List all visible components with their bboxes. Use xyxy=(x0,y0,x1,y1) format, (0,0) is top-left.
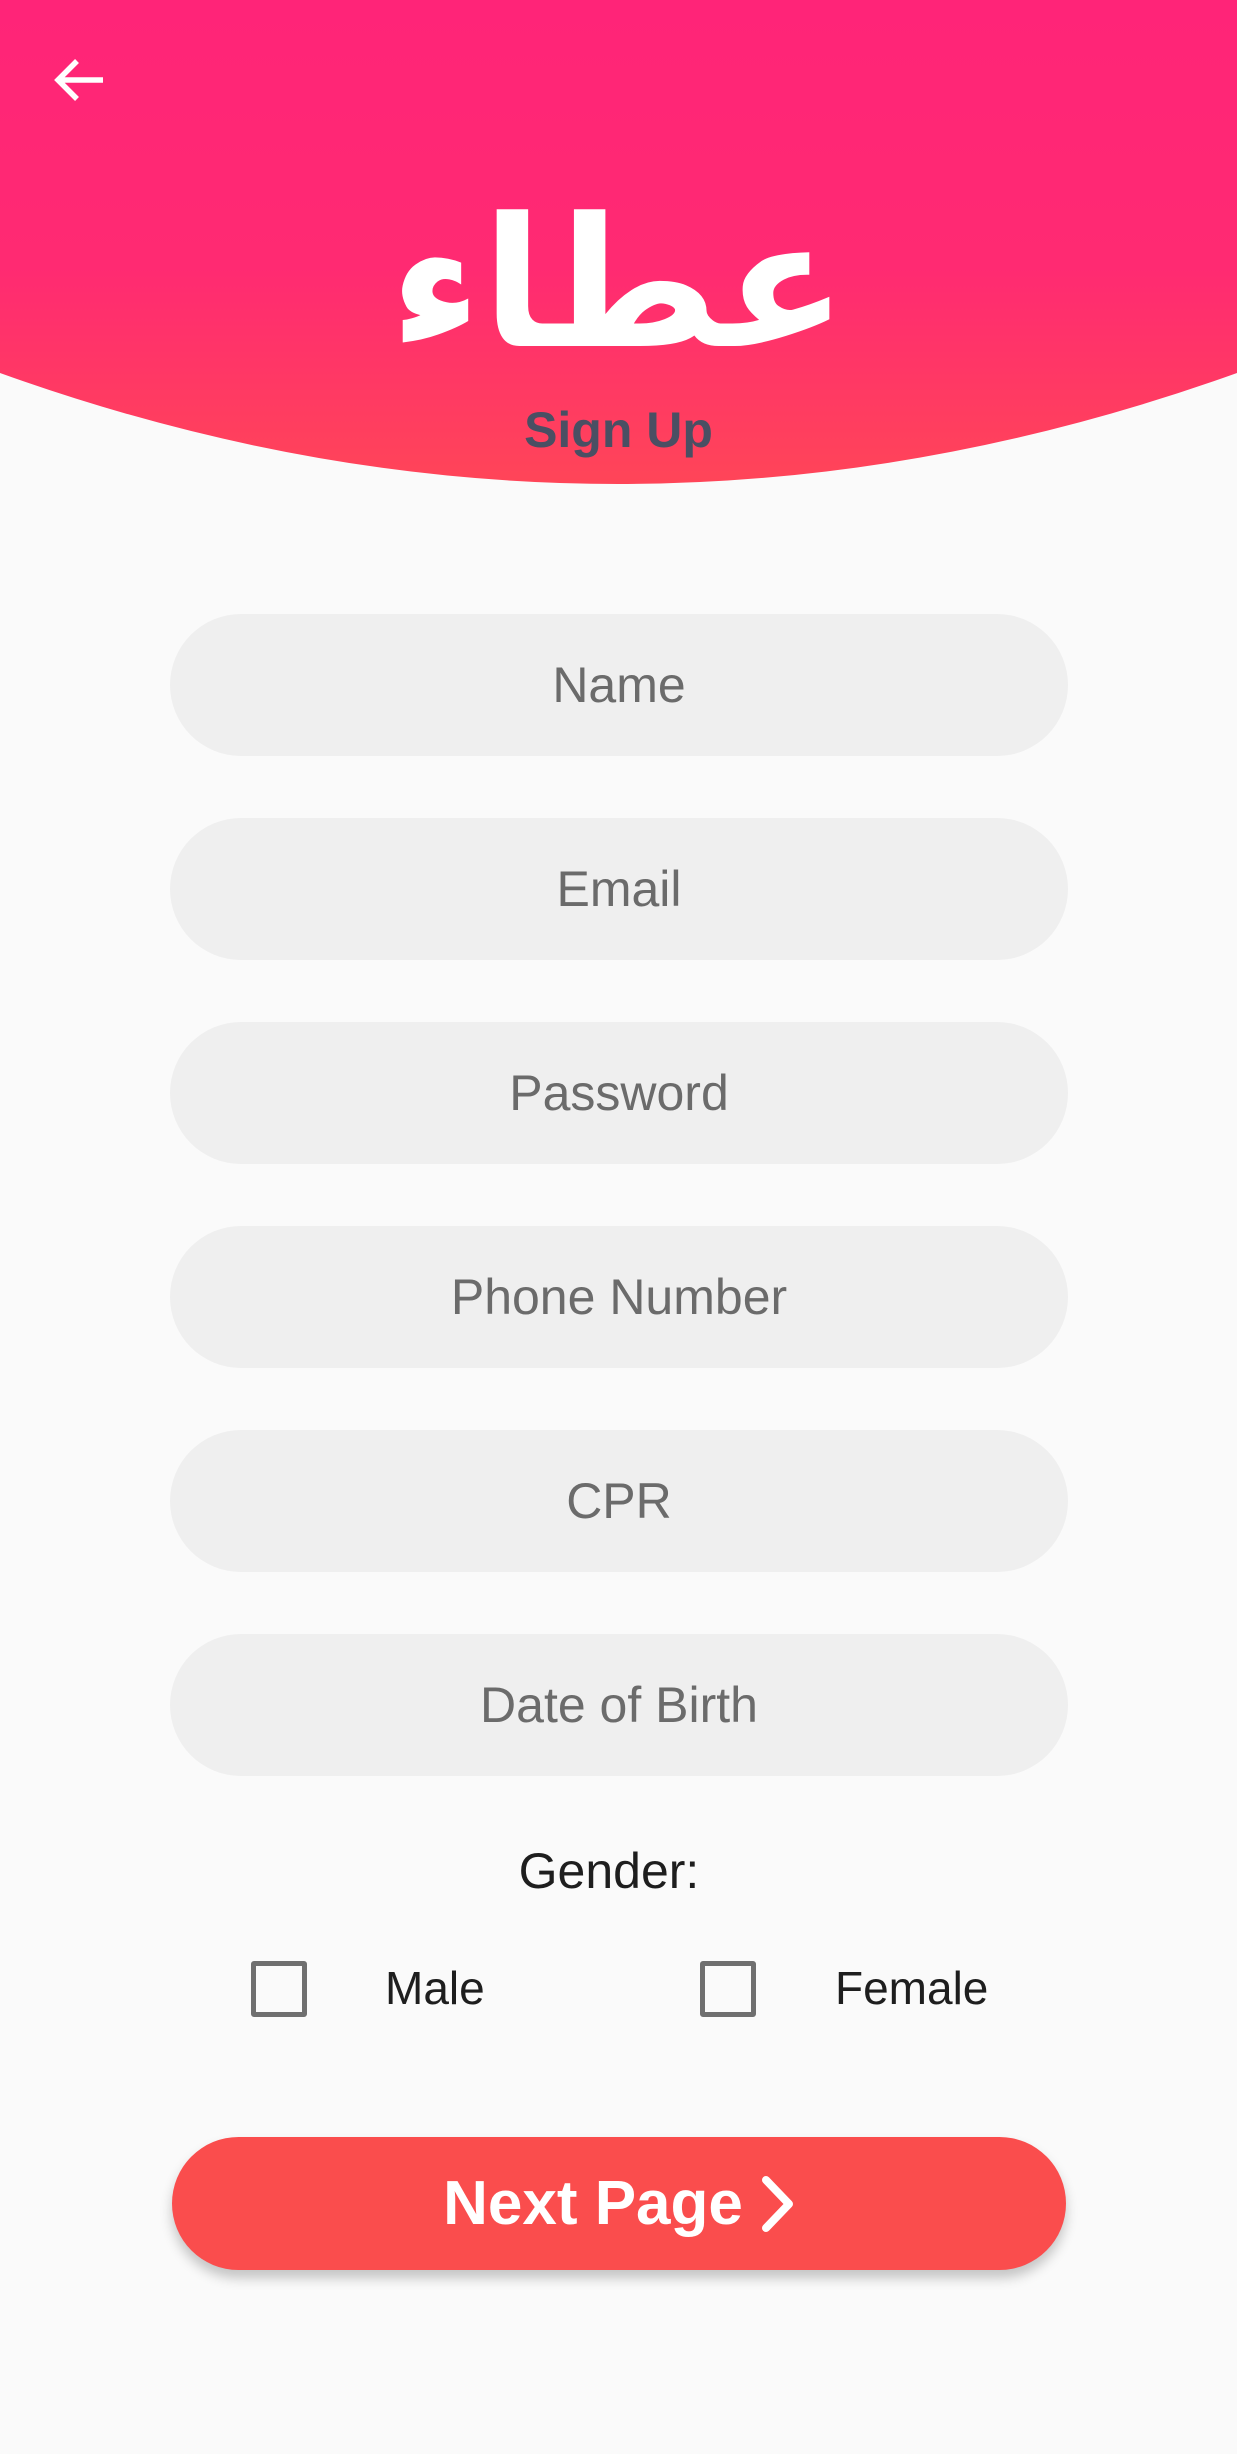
next-page-button[interactable]: Next Page xyxy=(172,2137,1066,2270)
email-placeholder: Email xyxy=(556,861,682,917)
gender-label: Gender: xyxy=(518,1843,700,1899)
date-of-birth-placeholder: Date of Birth xyxy=(480,1677,758,1733)
female-checkbox[interactable] xyxy=(700,1961,756,2017)
date-of-birth-field[interactable]: Date of Birth xyxy=(170,1634,1068,1776)
name-field[interactable]: Name xyxy=(170,614,1068,756)
app-logo: عطاء xyxy=(389,180,848,389)
male-label[interactable]: Male xyxy=(385,1956,485,2020)
page-title: Sign Up xyxy=(524,402,713,458)
email-field[interactable]: Email xyxy=(170,818,1068,960)
cpr-placeholder: CPR xyxy=(566,1473,672,1529)
header: عطاء Sign Up xyxy=(0,0,1237,495)
cpr-field[interactable]: CPR xyxy=(170,1430,1068,1572)
arrow-left-icon xyxy=(54,59,103,101)
phone-number-placeholder: Phone Number xyxy=(450,1269,788,1325)
female-label[interactable]: Female xyxy=(835,1956,988,2020)
chevron-right-icon xyxy=(761,2175,795,2232)
name-placeholder: Name xyxy=(552,657,686,713)
next-page-label: Next Page xyxy=(443,2169,743,2238)
back-button[interactable] xyxy=(40,40,120,120)
phone-number-field[interactable]: Phone Number xyxy=(170,1226,1068,1368)
password-placeholder: Password xyxy=(509,1065,729,1121)
male-checkbox[interactable] xyxy=(251,1961,307,2017)
password-field[interactable]: Password xyxy=(170,1022,1068,1164)
